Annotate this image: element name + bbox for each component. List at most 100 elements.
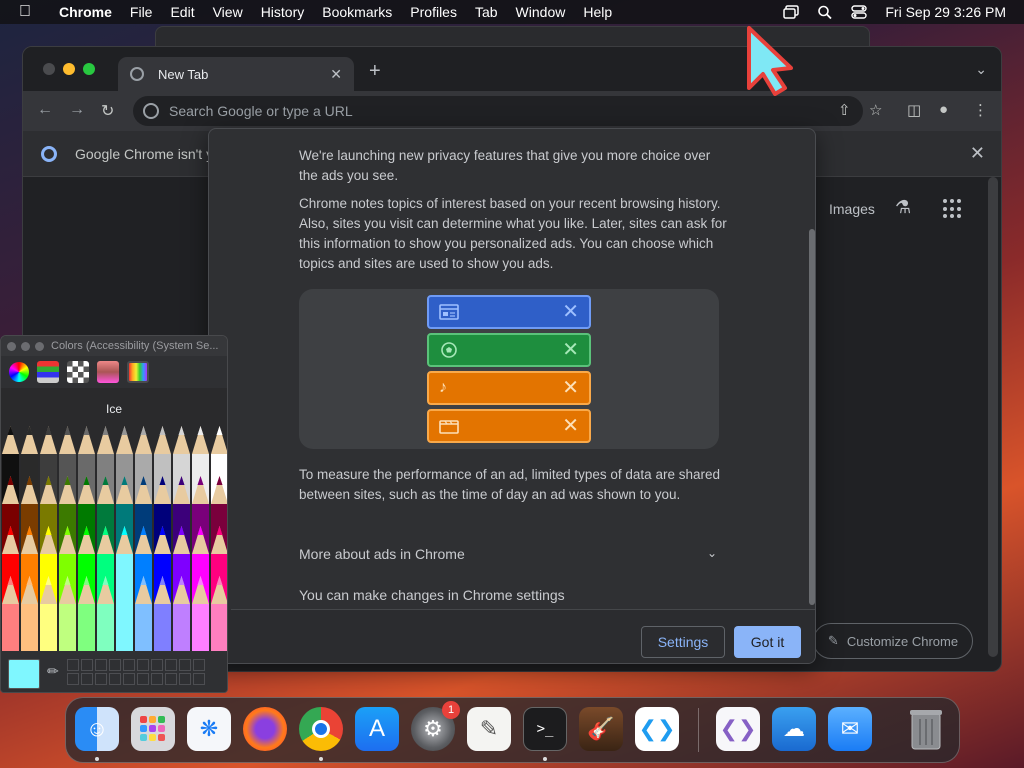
menubar-clock[interactable]: Fri Sep 29 3:26 PM (885, 4, 1006, 20)
settings-button[interactable]: Settings (641, 626, 725, 658)
zoom-window-icon[interactable] (83, 63, 95, 75)
terminal-icon[interactable]: >_ (523, 707, 567, 751)
close-tab-icon[interactable]: ✕ (330, 66, 342, 83)
colors-minimize-icon[interactable] (21, 342, 30, 351)
launchpad-icon[interactable] (131, 707, 175, 751)
tab-title: New Tab (158, 66, 209, 82)
tab-new-tab[interactable]: New Tab ✕ (118, 57, 354, 91)
menu-bookmarks[interactable]: Bookmarks (313, 4, 401, 20)
visual-studio-icon[interactable]: ❮❯ (716, 707, 760, 751)
dialog-footer: Settings Got it (209, 610, 815, 663)
chrome-icon[interactable] (299, 707, 343, 751)
new-tab-plus-icon[interactable]: + (369, 60, 381, 83)
menu-view[interactable]: View (204, 4, 252, 20)
crayon-pencils-grid[interactable] (1, 426, 228, 651)
ad-privacy-dialog: We're launching new privacy features tha… (208, 128, 816, 664)
remove-topic-icon: ✕ (562, 377, 579, 399)
menu-chrome[interactable]: Chrome (50, 4, 121, 20)
mouse-cursor-icon (747, 26, 793, 96)
garageband-guitar-icon[interactable]: 🎸 (579, 707, 623, 751)
share-icon[interactable]: ⇧ (838, 101, 851, 119)
back-arrow-icon[interactable]: ← (37, 101, 53, 119)
address-bar-placeholder: Search Google or type a URL (169, 103, 353, 119)
spotlight-search-icon[interactable] (817, 5, 833, 19)
firefox-icon[interactable] (243, 707, 287, 751)
dialog-scrollbar[interactable] (809, 229, 815, 605)
soccer-ball-icon (441, 342, 457, 358)
remove-topic-icon: ✕ (562, 339, 579, 361)
profile-avatar-icon[interactable]: ● (939, 101, 948, 118)
tab-search-chevron-icon[interactable]: ⌄ (975, 61, 987, 78)
kebab-menu-icon[interactable]: ⋮ (973, 101, 988, 119)
close-window-icon[interactable] (43, 63, 55, 75)
menu-file[interactable]: File (121, 4, 162, 20)
pencil-icon: ✎ (827, 633, 839, 648)
menu-window[interactable]: Window (507, 4, 575, 20)
ntp-images-link[interactable]: Images (829, 201, 875, 217)
menu-bar:  Chrome File Edit View History Bookmark… (0, 0, 1024, 24)
running-indicator (543, 757, 547, 761)
colors-zoom-icon[interactable] (35, 342, 44, 351)
selected-color-name: Ice (105, 402, 122, 416)
chrome-settings-hint: You can make changes in Chrome settings (299, 587, 565, 603)
google-apps-icon[interactable] (943, 199, 963, 219)
customize-chrome-button[interactable]: ✎ Customize Chrome (813, 623, 973, 659)
colors-close-icon[interactable] (7, 342, 16, 351)
menu-edit[interactable]: Edit (161, 4, 203, 20)
topic-chip: ✕ (427, 409, 591, 443)
menu-profiles[interactable]: Profiles (401, 4, 466, 20)
topic-chip: ✕ (427, 333, 591, 367)
browser-toolbar: ← → ↻ Search Google or type a URL ⇧ ☆ ◫ … (23, 91, 1001, 131)
pencils-icon[interactable] (127, 361, 149, 383)
bookmark-star-icon[interactable]: ☆ (869, 101, 882, 119)
got-it-button[interactable]: Got it (734, 626, 801, 658)
reload-icon[interactable]: ↻ (101, 101, 114, 121)
textedit-icon[interactable]: ✎ (467, 707, 511, 751)
mail-envelope-icon[interactable]: ✉ (828, 707, 872, 751)
notification-badge: 1 (442, 701, 460, 719)
tab-strip: New Tab ✕ + ⌄ (23, 47, 1001, 91)
color-wheel-icon[interactable] (9, 362, 29, 382)
topic-chip: ♪ ✕ (427, 371, 591, 405)
infobar-close-icon[interactable]: ✕ (970, 143, 985, 164)
infobar-text: Google Chrome isn't y (75, 146, 214, 162)
labs-flask-icon[interactable]: ⚗ (895, 197, 911, 218)
control-center-icon[interactable] (851, 5, 868, 19)
menu-history[interactable]: History (252, 4, 314, 20)
color-sliders-icon[interactable] (37, 361, 59, 383)
safari-compass-icon[interactable]: ❋ (187, 707, 231, 751)
image-palettes-icon[interactable] (97, 361, 119, 383)
google-icon (143, 103, 159, 119)
selected-color-swatch[interactable] (8, 659, 40, 689)
color-picker-modes (1, 356, 227, 388)
dialog-intro-text: We're launching new privacy features tha… (299, 148, 711, 183)
page-scrollbar[interactable] (988, 177, 998, 657)
eyedropper-icon[interactable]: ✏ (47, 663, 59, 680)
app-store-icon[interactable]: A (355, 707, 399, 751)
minimize-window-icon[interactable] (63, 63, 75, 75)
custom-swatches-grid[interactable] (67, 659, 205, 685)
vscode-icon[interactable]: ❮❯ (635, 707, 679, 751)
apple-menu-icon[interactable]:  (0, 3, 50, 21)
dialog-topics-text: Chrome notes topics of interest based on… (299, 196, 727, 271)
side-panel-icon[interactable]: ◫ (907, 101, 921, 119)
color-palettes-icon[interactable] (67, 361, 89, 383)
finder-icon[interactable]: ☺ (75, 707, 119, 751)
chevron-down-icon: ⌄ (706, 546, 717, 560)
more-about-ads-label: More about ads in Chrome (299, 546, 465, 562)
music-note-icon: ♪ (439, 379, 447, 396)
menu-help[interactable]: Help (574, 4, 621, 20)
chrome-logo-icon (41, 146, 57, 162)
forward-arrow-icon[interactable]: → (69, 101, 85, 119)
dock: ☺ ❋ A ⚙ 1 ✎ >_ 🎸 ❮❯ ❮❯ ☁ ✉ (65, 697, 960, 763)
menu-tab[interactable]: Tab (466, 4, 507, 20)
weather-cloud-icon[interactable]: ☁ (772, 707, 816, 751)
stage-manager-icon[interactable] (783, 5, 800, 19)
colors-panel: Colors (Accessibility (System Se... Ice … (0, 335, 228, 693)
running-indicator (95, 757, 99, 761)
dialog-measurement-text: To measure the performance of an ad, lim… (299, 467, 720, 502)
topic-chip: ✕ (427, 295, 591, 329)
more-about-ads-expander[interactable]: More about ads in Chrome ⌄ (299, 546, 717, 562)
trash-icon[interactable] (904, 707, 948, 751)
address-bar[interactable]: Search Google or type a URL (133, 96, 863, 126)
